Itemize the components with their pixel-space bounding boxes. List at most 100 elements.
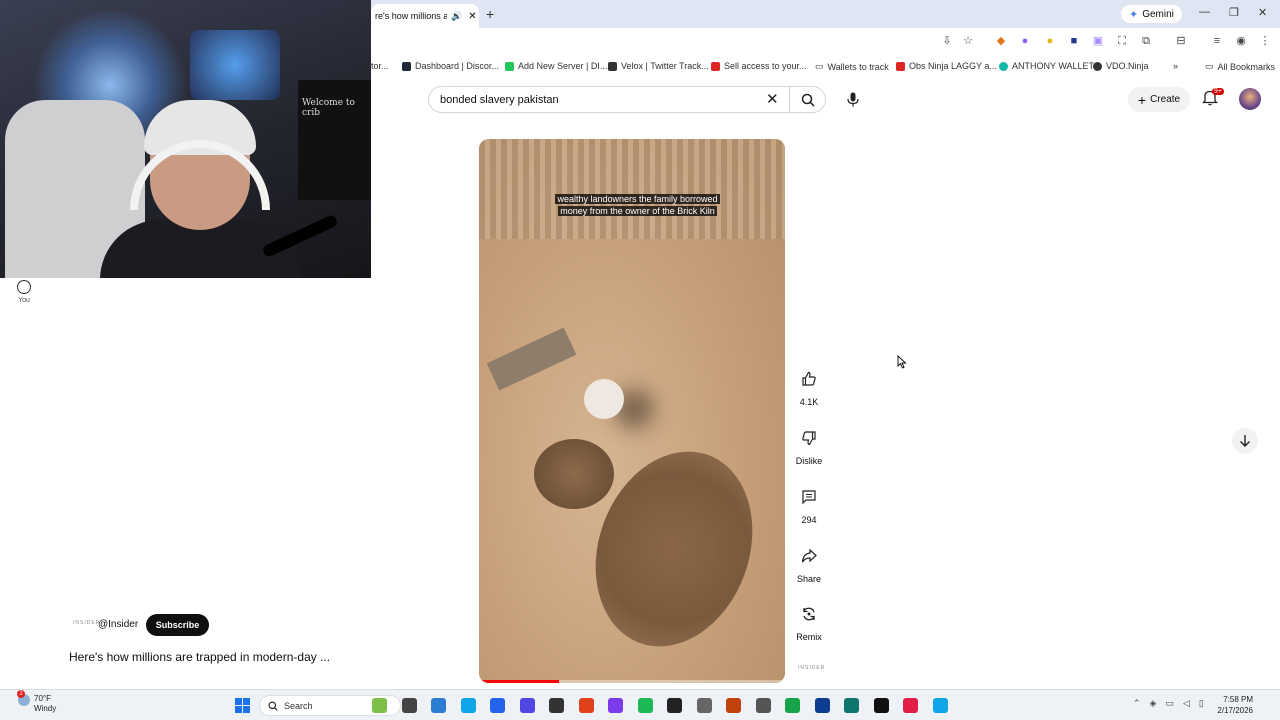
thumbs-up-icon [802,371,816,386]
install-app-icon[interactable]: ⇩ [940,34,954,48]
create-button[interactable]: + Create [1128,87,1190,112]
webcam-overlay: Welcome to crib [0,0,371,278]
notifications-button[interactable]: 9+ [1201,88,1224,109]
taskbar-app-icon[interactable] [490,698,505,713]
taskbar-app-icon[interactable] [873,698,889,713]
bookmarks-overflow-button[interactable]: » [1173,61,1178,71]
extension-icon[interactable]: ▣ [1091,34,1105,48]
voice-search-button[interactable] [840,87,865,112]
extension-icon[interactable]: ■ [1067,34,1081,48]
taskbar-app-icon[interactable] [549,698,564,713]
taskbar-app-icon[interactable] [460,698,476,713]
network-icon[interactable]: ▭ [1165,698,1174,709]
weather-icon: 2 [17,690,30,706]
clear-search-icon[interactable]: ✕ [766,90,779,108]
bookmark-item[interactable]: tor... [371,61,389,71]
weather-temp: 70°F [34,694,51,703]
new-tab-button[interactable]: + [486,6,494,22]
channel-handle[interactable]: @Insider [98,619,138,630]
tab-audio-icon[interactable]: 🔊 [451,11,462,22]
bookmark-item[interactable]: ANTHONY WALLET [999,61,1094,71]
phantom-extension-icon[interactable]: ● [1018,34,1032,48]
sidebar-item-you[interactable]: You [12,280,36,304]
microphone-icon [846,92,859,107]
taskbar-app-icon[interactable] [755,698,771,713]
bookmark-item[interactable]: Velox | Twitter Track... [608,61,709,71]
taskbar-clock[interactable]: 7:58 PM 2/17/2026 [1213,694,1253,716]
gemini-spark-icon: ✦ [1129,8,1139,21]
remix-button[interactable]: Remix [789,599,829,642]
like-button[interactable]: 4.1K [789,364,829,407]
comments-count: 294 [801,515,817,525]
bookmark-item[interactable]: Obs Ninja LAGGY a... [896,61,997,71]
tab-close-icon[interactable]: ✕ [468,11,476,22]
shorts-video-player[interactable] [479,139,785,683]
window-restore-button[interactable]: ❐ [1229,6,1239,19]
video-progress-bar[interactable] [479,680,785,683]
metamask-extension-icon[interactable]: ◆ [994,34,1008,48]
extensions-puzzle-icon[interactable]: ⧉ [1139,34,1153,48]
taskbar-app-icon[interactable] [932,698,948,713]
bookmark-item[interactable]: Add New Server | DI... [505,61,607,71]
bookmark-item[interactable]: VDO.Ninja [1093,61,1149,71]
caption-line: wealthy landowners the family borrowed [555,194,720,204]
bookmark-star-icon[interactable]: ☆ [961,34,975,48]
profile-icon[interactable]: ◉ [1234,34,1248,48]
bookmark-item[interactable]: Sell access to your... [711,61,807,71]
battery-icon[interactable]: ▯ [1199,698,1204,709]
arrow-down-icon [1240,435,1250,447]
bookmark-favicon-icon [505,61,514,71]
taskbar-app-icon[interactable] [814,698,830,713]
chrome-menu-icon[interactable]: ⋮ [1258,34,1272,48]
taskbar-app-icon[interactable] [726,698,741,713]
taskbar-app-icon[interactable] [637,698,653,713]
windows-taskbar: 2 70°F Windy Search ⌃ ◈ ▭ ◁ ▯ 7:58 PM 2/… [0,689,1280,720]
video-frame-worker [584,379,624,419]
screenshot-extension-icon[interactable]: ⛶ [1115,34,1129,48]
taskbar-app-icon[interactable] [578,698,594,713]
dislike-label: Dislike [795,456,823,466]
all-bookmarks-button[interactable]: ▭ All Bookmarks [1205,61,1275,72]
comments-button[interactable]: 294 [789,482,829,525]
account-circle-icon [17,280,31,294]
volume-icon[interactable]: ◁ [1183,698,1190,709]
taskbar-app-icon[interactable] [608,698,623,713]
taskbar-app-icon[interactable] [667,698,682,713]
taskbar-app-icon[interactable] [696,698,712,713]
subscribe-button[interactable]: Subscribe [146,614,209,636]
dislike-button[interactable]: Dislike [789,423,829,466]
tray-overflow-icon[interactable]: ⌃ [1133,698,1141,709]
video-progress-fill [479,680,559,683]
windows-start-icon[interactable] [235,698,250,713]
search-input[interactable]: bonded slavery pakistan [428,86,790,113]
taskbar-app-icon[interactable] [903,698,918,713]
folder-icon: ▭ [815,61,824,71]
taskbar-app-icon[interactable] [519,698,535,713]
next-video-button[interactable] [1232,428,1258,454]
account-avatar[interactable] [1239,88,1261,110]
taskbar-app-icon[interactable] [401,698,417,713]
gemini-button[interactable]: ✦ Gemini [1121,5,1182,23]
clock-date: 2/17/2026 [1217,706,1253,715]
taskbar-app-icon[interactable] [785,698,800,713]
browser-tab-active[interactable]: re's how millions ar 🔊 ✕ [371,4,479,28]
bookmark-item[interactable]: Dashboard | Discor... [402,61,499,71]
extension-icon[interactable]: ● [1043,34,1057,48]
taskbar-app-icon[interactable] [844,698,859,713]
share-button[interactable]: Share [789,541,829,584]
video-title[interactable]: Here's how millions are trapped in moder… [69,650,330,664]
tab-search-icon[interactable]: ⊟ [1174,34,1188,48]
bookmark-folder[interactable]: ▭ Wallets to track [815,61,889,72]
window-minimize-button[interactable]: — [1199,6,1210,18]
bookmark-favicon-icon [896,61,905,71]
taskbar-app-icon[interactable] [372,698,387,713]
window-close-button[interactable]: ✕ [1258,6,1267,19]
reading-list-icon[interactable]: ≡ [1210,34,1224,48]
taskbar-app-icon[interactable] [431,698,446,713]
streamer [100,100,339,278]
channel-logo[interactable]: INSIDER [73,620,100,626]
tray-app-icon[interactable]: ◈ [1150,698,1157,709]
channel-mini-logo[interactable]: INSIDER [798,665,825,671]
search-button[interactable] [790,86,826,113]
weather-widget[interactable]: 2 70°F Windy [17,690,56,714]
